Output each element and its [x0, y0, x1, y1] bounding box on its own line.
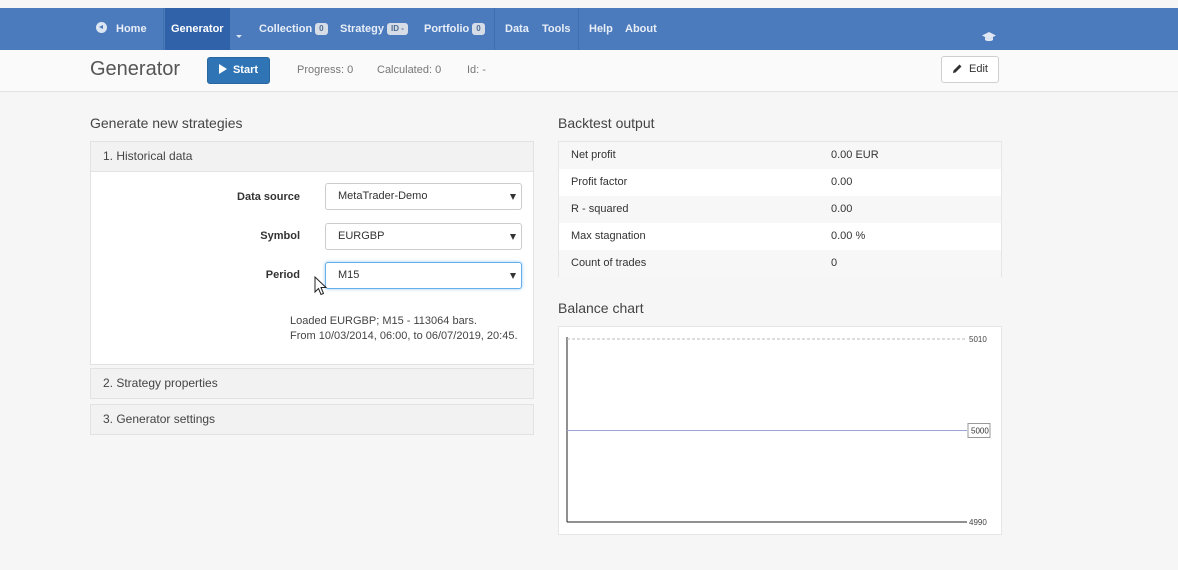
table-row: R - squared 0.00 — [559, 196, 1001, 223]
mouse-cursor-icon — [314, 276, 327, 296]
collection-badge: 0 — [315, 23, 328, 35]
nav-generator[interactable]: Generator — [165, 8, 230, 50]
main-navbar: Home Generator Collection 0 Strategy ID - … — [0, 8, 1178, 50]
dropdown-arrow-icon — [510, 273, 516, 279]
nav-about[interactable]: About — [625, 8, 657, 50]
accordion-historical-data-label: 1. Historical data — [103, 149, 193, 163]
nav-separator — [163, 8, 164, 50]
nav-portfolio-label: Portfolio — [424, 23, 470, 35]
pencil-icon — [953, 64, 962, 73]
current-value-label: 5000 — [971, 427, 989, 436]
accordion-strategy-properties-label: 2. Strategy properties — [103, 376, 218, 390]
start-button[interactable]: Start — [207, 57, 270, 84]
graduation-cap-icon[interactable] — [982, 31, 996, 43]
nav-portfolio[interactable]: Portfolio 0 — [424, 8, 485, 50]
accordion-historical-data[interactable]: 1. Historical data — [90, 141, 534, 172]
accordion-generator-settings[interactable]: 3. Generator settings — [90, 404, 534, 435]
play-icon — [218, 64, 227, 74]
backtest-title: Backtest output — [558, 115, 655, 131]
symbol-select[interactable]: EURGBP — [325, 223, 522, 250]
top-strip — [0, 0, 1178, 8]
balance-chart: 5010 4990 5000 — [558, 326, 1002, 535]
nav-separator — [494, 8, 495, 50]
nav-collection[interactable]: Collection 0 — [259, 8, 328, 50]
table-row: Profit factor 0.00 — [559, 169, 1001, 196]
loaded-info-line1: Loaded EURGBP; M15 - 113064 bars. — [290, 315, 477, 327]
nav-separator — [578, 8, 579, 50]
table-row: Net profit 0.00 EUR — [559, 142, 1001, 169]
nav-home-label: Home — [116, 23, 147, 35]
period-label: Period — [265, 269, 300, 281]
strategy-badge: ID - — [387, 23, 408, 35]
historical-data-panel: Data source MetaTrader-Demo Symbol EURGB… — [90, 172, 534, 365]
edit-button[interactable]: Edit — [941, 56, 999, 83]
nav-strategy[interactable]: Strategy ID - — [340, 8, 408, 50]
nav-data[interactable]: Data — [505, 8, 529, 50]
data-source-select[interactable]: MetaTrader-Demo — [325, 183, 522, 210]
count-of-trades-label: Count of trades — [571, 257, 647, 269]
nav-generator-label: Generator — [171, 23, 224, 35]
generate-title: Generate new strategies — [90, 115, 243, 131]
accordion-generator-settings-label: 3. Generator settings — [103, 412, 216, 426]
generator-toolbar: Generator Start Progress: 0 Calculated: … — [0, 50, 1178, 92]
progress-status: Progress: 0 — [297, 64, 354, 76]
nav-help[interactable]: Help — [589, 8, 613, 50]
r-squared-value: 0.00 — [831, 203, 853, 215]
max-stagnation-value: 0.00 % — [831, 230, 866, 242]
portfolio-badge: 0 — [472, 23, 485, 35]
y-tick-label: 5010 — [969, 335, 987, 344]
symbol-value: EURGBP — [338, 230, 385, 242]
table-row: Max stagnation 0.00 % — [559, 223, 1001, 250]
balance-chart-title: Balance chart — [558, 300, 644, 316]
period-value: M15 — [338, 269, 360, 281]
id-status: Id: - — [467, 64, 486, 76]
nav-home[interactable]: Home — [96, 8, 147, 50]
home-icon — [96, 22, 107, 33]
loaded-info-line2: From 10/03/2014, 06:00, to 06/07/2019, 2… — [290, 330, 518, 342]
count-of-trades-value: 0 — [831, 257, 838, 269]
table-row: Count of trades 0 — [559, 250, 1001, 277]
balance-chart-svg: 5010 4990 5000 — [566, 335, 991, 527]
backtest-table: Net profit 0.00 EUR Profit factor 0.00 R… — [558, 141, 1002, 277]
dropdown-arrow-icon — [510, 194, 516, 200]
y-tick-label: 4990 — [969, 518, 987, 527]
profit-factor-value: 0.00 — [831, 176, 853, 188]
chevron-down-icon[interactable] — [236, 35, 242, 38]
max-stagnation-label: Max stagnation — [571, 230, 646, 242]
dropdown-arrow-icon — [510, 234, 516, 240]
period-select[interactable]: M15 — [325, 262, 522, 289]
nav-collection-label: Collection — [259, 23, 313, 35]
page-title: Generator — [90, 58, 181, 80]
r-squared-label: R - squared — [571, 203, 629, 215]
net-profit-value: 0.00 EUR — [831, 149, 879, 161]
data-source-label: Data source — [237, 191, 300, 203]
edit-label: Edit — [969, 63, 988, 75]
data-source-value: MetaTrader-Demo — [338, 190, 428, 202]
nav-strategy-label: Strategy — [340, 23, 385, 35]
calculated-status: Calculated: 0 — [377, 64, 442, 76]
accordion-strategy-properties[interactable]: 2. Strategy properties — [90, 368, 534, 399]
start-label: Start — [232, 64, 259, 76]
profit-factor-label: Profit factor — [571, 176, 628, 188]
net-profit-label: Net profit — [571, 149, 616, 161]
symbol-label: Symbol — [260, 230, 300, 242]
nav-tools[interactable]: Tools — [542, 8, 571, 50]
